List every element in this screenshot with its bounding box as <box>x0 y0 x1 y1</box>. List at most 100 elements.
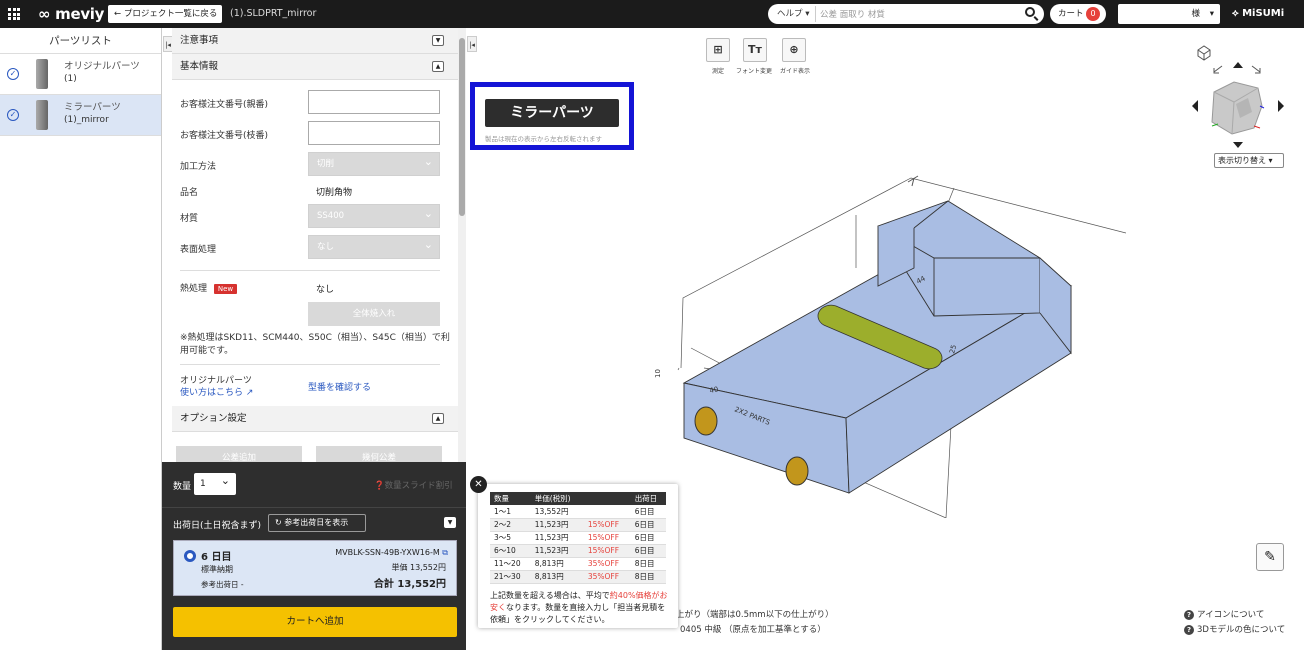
font-label: フォント変更 <box>736 68 773 75</box>
add-tolerance-button[interactable]: 公差追加 <box>176 446 302 462</box>
color-help-link[interactable]: ? 3Dモデルの色について <box>1184 623 1285 635</box>
form-scrollbar[interactable] <box>458 28 466 462</box>
quantity-select[interactable]: 1 <box>194 470 236 495</box>
settings-form: 注意事項 ▼ 基本情報 ▲ お客様注文番号(親番) お客様注文番号(枝番) 加工方法… <box>172 28 458 462</box>
cell: 2～2 <box>490 518 531 532</box>
cell: 11,523円 <box>530 544 584 558</box>
back-to-projects-button[interactable]: ← プロジェクト一覧に戻る <box>108 5 222 23</box>
arrow-up-icon[interactable] <box>1233 62 1243 68</box>
table-row: 3～5 11,523円 15%OFF 6日目 <box>490 531 666 545</box>
cart-count-badge: 0 <box>1086 7 1100 21</box>
icon-help-link[interactable]: ? アイコンについて <box>1184 608 1264 620</box>
caution-section-header[interactable]: 注意事項 ▼ <box>172 28 458 54</box>
cart-button[interactable]: カート 0 <box>1050 4 1106 24</box>
meviy-logo[interactable]: ∞ meviy <box>38 5 104 23</box>
note-edit-icon[interactable]: ✎ <box>1256 543 1284 571</box>
search-input[interactable]: 公差 面取り 材質 <box>820 8 885 20</box>
arrow-left-icon[interactable] <box>1192 100 1198 112</box>
measure-icon[interactable]: ⊞ <box>706 38 730 62</box>
howto-text: 使い方はこちら <box>180 388 244 398</box>
cell: 8日目 <box>630 570 666 584</box>
cube-icon[interactable] <box>1211 81 1265 135</box>
question-icon: ? <box>1184 610 1194 620</box>
part-name: オリジナルパーツ <box>64 61 140 72</box>
cell: 6日目 <box>630 544 666 558</box>
font-icon[interactable]: Tт <box>743 38 767 62</box>
standard-lead-time: 標準納期 <box>201 565 233 574</box>
part-sub: (1)_mirror <box>64 115 109 125</box>
volume-discount-text: 数量スライド割引 <box>384 481 453 491</box>
col-unit-price: 単価(税別) <box>530 492 584 505</box>
copy-icon[interactable]: ⧉ <box>442 548 448 557</box>
part-thumbnail <box>36 100 48 130</box>
apps-grid-icon[interactable] <box>8 8 20 20</box>
cell: 1～1 <box>490 505 531 519</box>
file-name: (1).SLDPRT_mirror <box>230 8 317 19</box>
rotate-left-icon[interactable] <box>1213 65 1223 74</box>
table-row: 11～20 8,813円 35%OFF 8日目 <box>490 557 666 571</box>
expand-icon[interactable]: ▼ <box>444 517 456 528</box>
cell: 15%OFF <box>583 544 631 558</box>
delivery-day: 6 日目 <box>201 552 232 563</box>
cell: 21～30 <box>490 570 531 584</box>
scroll-thumb[interactable] <box>459 38 465 216</box>
overall-hardening-button[interactable]: 全体焼入れ <box>308 302 440 326</box>
col-qty: 数量 <box>490 492 531 505</box>
part-number: MVBLK-SSN-49B-YXW16-M ⧉ <box>335 548 448 558</box>
material-label: 材質 <box>180 214 199 224</box>
expand-icon[interactable]: ▼ <box>432 35 444 46</box>
radio-selected-icon[interactable] <box>184 550 196 562</box>
delivery-option-card[interactable]: 6 日目 標準納期 参考出荷日 - MVBLK-SSN-49B-YXW16-M … <box>173 540 457 596</box>
help-dropdown[interactable]: ヘルプ ▾ <box>768 6 816 22</box>
collapse-right-icon[interactable]: |◂ <box>467 36 477 52</box>
cell: 8,813円 <box>530 570 584 584</box>
show-ref-ship-date-button[interactable]: ↻ 参考出荷日を表示 <box>268 514 366 532</box>
product-name-value: 切削角物 <box>316 188 353 198</box>
user-menu[interactable]: 様 <box>1118 4 1220 24</box>
part-item-mirror[interactable]: ✓ ミラーパーツ (1)_mirror <box>0 95 161 136</box>
process-select[interactable]: 切削 <box>308 151 440 176</box>
view-cube[interactable] <box>1188 42 1288 152</box>
close-icon[interactable]: ✕ <box>470 476 487 493</box>
search-icon[interactable] <box>1025 7 1035 17</box>
add-to-cart-button[interactable]: カートへ追加 <box>173 607 457 637</box>
option-section-header[interactable]: オプション設定 ▲ <box>172 406 458 432</box>
home-icon[interactable] <box>1197 45 1211 61</box>
basic-info-section-header[interactable]: 基本情報 ▲ <box>172 54 458 80</box>
cell: 8日目 <box>630 557 666 571</box>
order-no-input[interactable] <box>308 90 440 114</box>
volume-discount-link[interactable]: ❓数量スライド割引 <box>374 479 453 491</box>
original-part-block: オリジナルパーツ 使い方はこちら ↗ <box>180 375 253 399</box>
cell: 6日目 <box>630 518 666 532</box>
view-switch-select[interactable]: 表示切り替え ▾ <box>1214 153 1284 168</box>
surface-select[interactable]: なし <box>308 234 440 259</box>
color-help-text: 3Dモデルの色について <box>1197 625 1286 635</box>
heat-treatment-value: なし <box>316 285 335 295</box>
heat-label-text: 熱処理 <box>180 284 208 294</box>
material-select[interactable]: SS400 <box>308 203 440 228</box>
collapse-icon[interactable]: ▲ <box>432 61 444 72</box>
table-row: 2～2 11,523円 15%OFF 6日目 <box>490 518 666 532</box>
collapse-icon[interactable]: ▲ <box>432 413 444 424</box>
part-3d-model[interactable]: 10 44 40 2X2 PARTS 25 <box>646 138 1126 518</box>
guide-icon[interactable]: ⊕ <box>782 38 806 62</box>
ref-ship-date: 参考出荷日 - <box>201 580 244 589</box>
howto-link[interactable]: 使い方はこちら ↗ <box>180 387 253 399</box>
part-item-original[interactable]: ✓ オリジナルパーツ (1) <box>0 54 161 95</box>
misumi-logo: ⟡ MiSUMi <box>1232 8 1285 19</box>
check-model-link[interactable]: 型番を確認する <box>308 380 371 393</box>
arrow-down-icon[interactable] <box>1233 142 1243 148</box>
search-bar: ヘルプ ▾ 公差 面取り 材質 <box>768 4 1044 24</box>
check-circle-icon: ✓ <box>7 68 19 80</box>
cell: 15%OFF <box>583 531 631 545</box>
dim-height: 10 <box>654 369 662 378</box>
question-icon: ? <box>1184 625 1194 635</box>
geometric-tolerance-button[interactable]: 幾何公差 <box>316 446 442 462</box>
arrow-right-icon[interactable] <box>1278 100 1284 112</box>
basic-title: 基本情報 <box>180 61 219 72</box>
rotate-right-icon[interactable] <box>1251 65 1261 74</box>
order-branch-input[interactable] <box>308 121 440 145</box>
table-row: 21～30 8,813円 35%OFF 8日目 <box>490 570 666 584</box>
guide-label: ガイド表示 <box>780 68 811 75</box>
total-price: 合計 13,552円 <box>373 579 446 590</box>
